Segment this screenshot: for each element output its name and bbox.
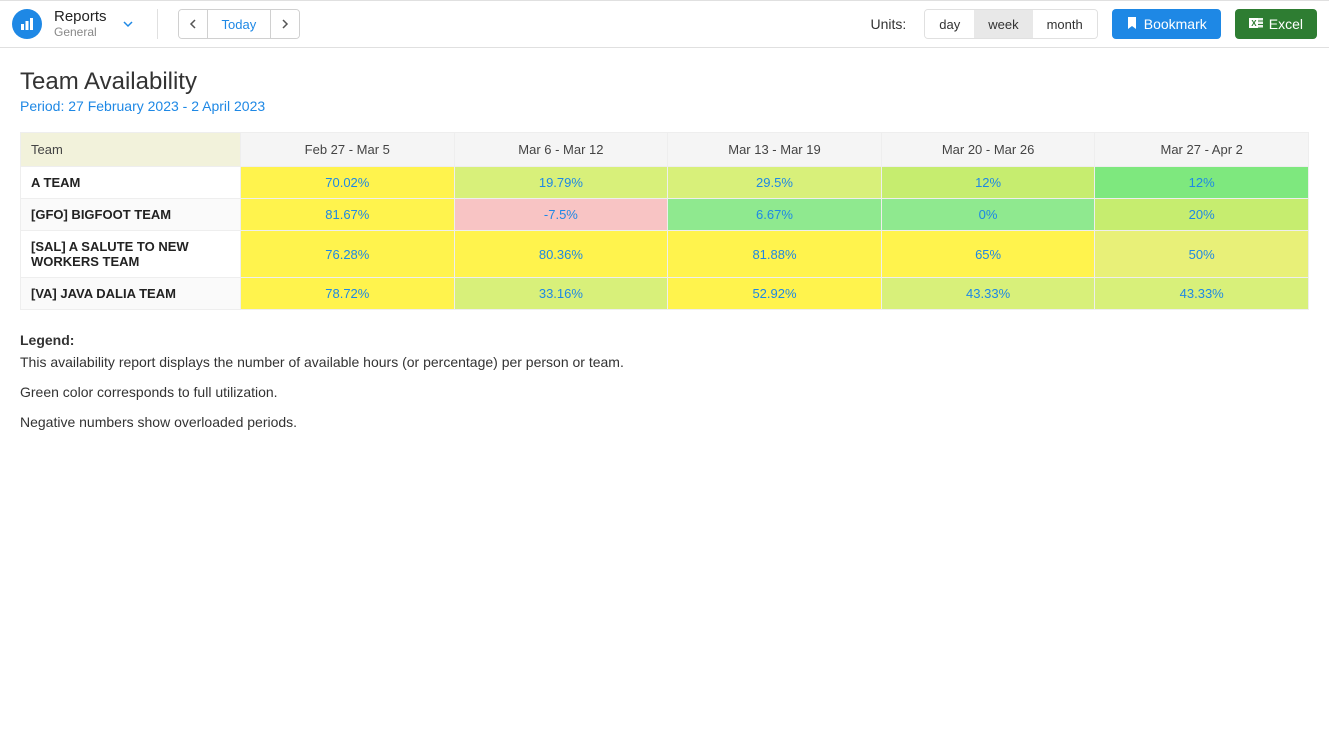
- units-day[interactable]: day: [925, 10, 974, 38]
- toolbar: Reports General Today Units: day week mo…: [0, 0, 1329, 48]
- value-cell: 78.72%: [241, 278, 455, 310]
- content: Team Availability Period: 27 February 20…: [0, 48, 1329, 460]
- value-cell: 12%: [1095, 167, 1309, 199]
- header-col: Mar 20 - Mar 26: [881, 133, 1095, 167]
- team-name-cell: [GFO] BIGFOOT TEAM: [21, 199, 241, 231]
- value-cell: 80.36%: [454, 231, 668, 278]
- units-month[interactable]: month: [1033, 10, 1097, 38]
- reports-icon: [12, 9, 42, 39]
- app-title: Reports: [54, 9, 107, 26]
- report-period: Period: 27 February 2023 - 2 April 2023: [20, 98, 1309, 114]
- table-row: [SAL] A SALUTE TO NEW WORKERS TEAM76.28%…: [21, 231, 1309, 278]
- legend-line2: Green color corresponds to full utilizat…: [20, 384, 1309, 400]
- title-block: Reports General: [54, 9, 107, 39]
- app-subtitle: General: [54, 26, 107, 39]
- toolbar-left: Reports General Today: [12, 9, 300, 39]
- value-cell: 29.5%: [668, 167, 882, 199]
- legend: Legend: This availability report display…: [20, 332, 1309, 430]
- units-label: Units:: [870, 16, 906, 32]
- today-button[interactable]: Today: [207, 10, 272, 38]
- legend-title: Legend:: [20, 332, 1309, 348]
- next-button[interactable]: [271, 10, 299, 38]
- value-cell: -7.5%: [454, 199, 668, 231]
- value-cell: 43.33%: [881, 278, 1095, 310]
- separator: [157, 9, 158, 39]
- value-cell: 12%: [881, 167, 1095, 199]
- bookmark-label: Bookmark: [1144, 16, 1207, 32]
- value-cell: 19.79%: [454, 167, 668, 199]
- units-week[interactable]: week: [974, 10, 1032, 38]
- value-cell: 76.28%: [241, 231, 455, 278]
- value-cell: 33.16%: [454, 278, 668, 310]
- toolbar-right: Units: day week month Bookmark X Exc: [870, 9, 1317, 39]
- table-row: [GFO] BIGFOOT TEAM81.67%-7.5%6.67%0%20%: [21, 199, 1309, 231]
- header-col: Mar 6 - Mar 12: [454, 133, 668, 167]
- svg-text:X: X: [1251, 19, 1257, 28]
- value-cell: 43.33%: [1095, 278, 1309, 310]
- table-row: A TEAM70.02%19.79%29.5%12%12%: [21, 167, 1309, 199]
- header-col: Mar 27 - Apr 2: [1095, 133, 1309, 167]
- header-col: Feb 27 - Mar 5: [241, 133, 455, 167]
- excel-button[interactable]: X Excel: [1235, 9, 1317, 39]
- header-team: Team: [21, 133, 241, 167]
- report-title: Team Availability: [20, 68, 1309, 96]
- prev-button[interactable]: [179, 10, 207, 38]
- value-cell: 50%: [1095, 231, 1309, 278]
- value-cell: 52.92%: [668, 278, 882, 310]
- legend-line1: This availability report displays the nu…: [20, 354, 1309, 370]
- excel-label: Excel: [1269, 16, 1303, 32]
- value-cell: 70.02%: [241, 167, 455, 199]
- excel-icon: X: [1249, 16, 1263, 33]
- value-cell: 0%: [881, 199, 1095, 231]
- header-col: Mar 13 - Mar 19: [668, 133, 882, 167]
- legend-line3: Negative numbers show overloaded periods…: [20, 414, 1309, 430]
- value-cell: 6.67%: [668, 199, 882, 231]
- units-group: day week month: [924, 9, 1097, 39]
- team-name-cell: [SAL] A SALUTE TO NEW WORKERS TEAM: [21, 231, 241, 278]
- bookmark-button[interactable]: Bookmark: [1112, 9, 1221, 39]
- availability-table: Team Feb 27 - Mar 5Mar 6 - Mar 12Mar 13 …: [20, 132, 1309, 310]
- table-header-row: Team Feb 27 - Mar 5Mar 6 - Mar 12Mar 13 …: [21, 133, 1309, 167]
- bookmark-icon: [1126, 16, 1138, 33]
- team-name-cell: [VA] JAVA DALIA TEAM: [21, 278, 241, 310]
- team-name-cell: A TEAM: [21, 167, 241, 199]
- date-nav: Today: [178, 9, 301, 39]
- value-cell: 81.67%: [241, 199, 455, 231]
- value-cell: 20%: [1095, 199, 1309, 231]
- value-cell: 65%: [881, 231, 1095, 278]
- chevron-down-icon[interactable]: [119, 16, 137, 32]
- value-cell: 81.88%: [668, 231, 882, 278]
- table-row: [VA] JAVA DALIA TEAM78.72%33.16%52.92%43…: [21, 278, 1309, 310]
